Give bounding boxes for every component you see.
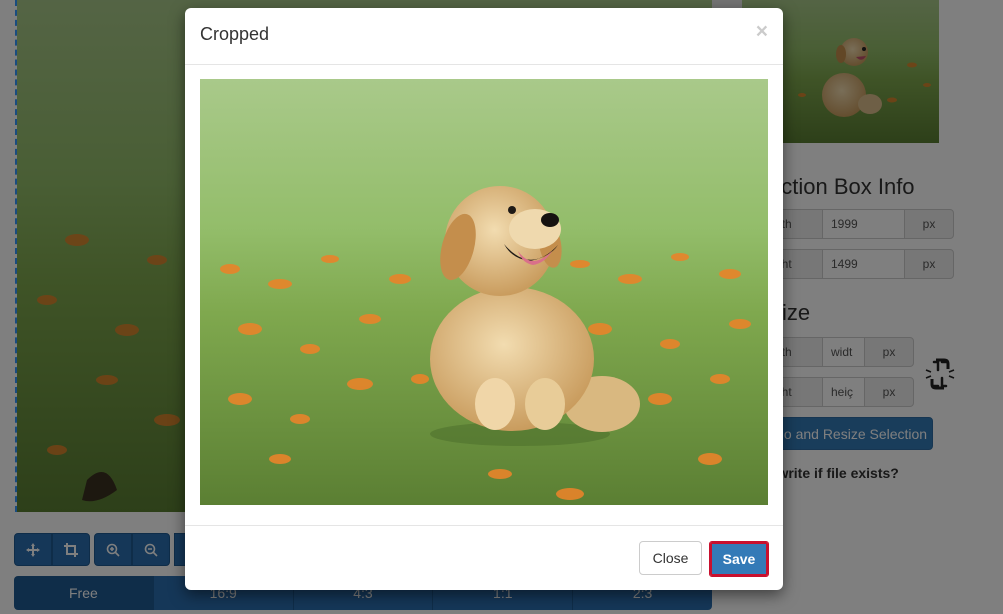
modal-footer: Close Save [185,525,783,590]
close-button[interactable]: Close [639,541,702,575]
cropped-photo [200,79,768,505]
save-button[interactable]: Save [709,541,769,577]
cropped-image [200,79,768,505]
close-icon[interactable]: × [756,20,768,44]
modal-header: Cropped × [185,8,783,65]
modal-title: Cropped [200,24,270,44]
cropped-modal: Cropped × Close Save [185,8,783,590]
